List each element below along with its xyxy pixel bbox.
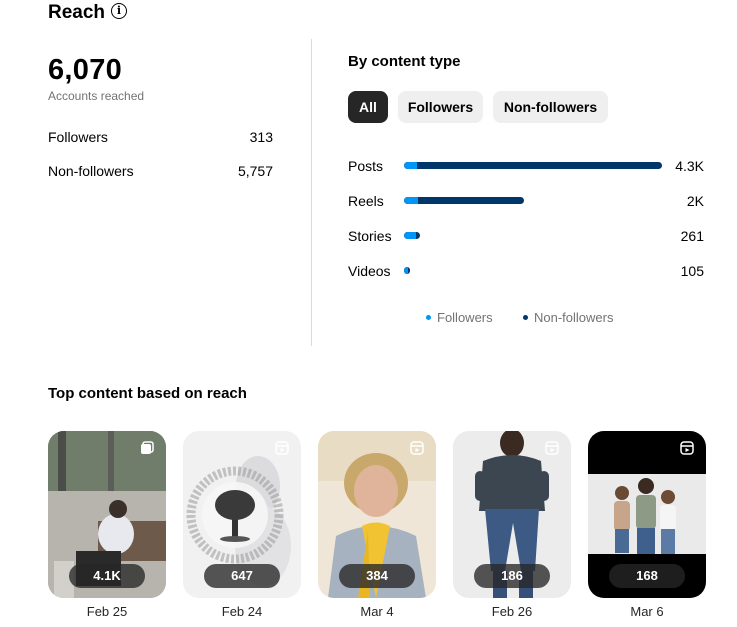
bar-track-posts bbox=[404, 162, 662, 169]
page-title: Reach bbox=[48, 2, 106, 23]
bar-track-reels bbox=[404, 197, 662, 204]
legend-non-followers: Non-followers bbox=[523, 310, 613, 325]
bar-label-reels: Reels bbox=[348, 193, 384, 209]
reach-badge: 168 bbox=[609, 564, 685, 588]
bar-track-stories bbox=[404, 232, 662, 239]
reach-badge: 384 bbox=[339, 564, 415, 588]
bar-value-videos: 105 bbox=[680, 263, 704, 279]
legend-followers: Followers bbox=[426, 310, 493, 325]
non-followers-dot-icon bbox=[523, 315, 528, 321]
accounts-reached-label: Accounts reached bbox=[48, 89, 145, 103]
bar-track-videos bbox=[404, 267, 662, 274]
bar-non-followers-videos bbox=[404, 267, 410, 274]
carousel-icon bbox=[141, 441, 154, 454]
reel-icon bbox=[275, 441, 289, 455]
top-content-card[interactable]: 647 bbox=[183, 431, 301, 598]
bar-value-posts: 4.3K bbox=[675, 158, 704, 174]
legend-non-followers-label: Non-followers bbox=[534, 310, 614, 325]
filter-followers-chip[interactable]: Followers bbox=[398, 91, 483, 123]
bar-followers-posts bbox=[404, 162, 417, 169]
reach-badge: 647 bbox=[204, 564, 280, 588]
bar-label-videos: Videos bbox=[348, 263, 391, 279]
reach-badge: 186 bbox=[474, 564, 550, 588]
top-content-card[interactable]: 186 bbox=[453, 431, 571, 598]
bar-followers-reels bbox=[404, 197, 418, 204]
filter-all-chip[interactable]: All bbox=[348, 91, 388, 123]
content-date: Mar 4 bbox=[360, 604, 394, 619]
bar-non-followers-stories bbox=[404, 232, 420, 239]
filter-non-followers-chip[interactable]: Non-followers bbox=[493, 91, 608, 123]
by-content-type-title: By content type bbox=[348, 53, 461, 70]
non-followers-value: 5,757 bbox=[237, 163, 273, 179]
content-date: Feb 26 bbox=[491, 604, 533, 619]
top-content-card[interactable]: 168 bbox=[588, 431, 706, 598]
top-content-card[interactable]: 384 bbox=[318, 431, 436, 598]
bar-non-followers-posts bbox=[404, 162, 662, 169]
bar-label-posts: Posts bbox=[348, 158, 384, 174]
reach-badge: 4.1K bbox=[69, 564, 145, 588]
accounts-reached-count: 6,070 bbox=[48, 54, 123, 86]
followers-dot-icon bbox=[426, 315, 431, 321]
reel-icon bbox=[545, 441, 559, 455]
reel-icon bbox=[410, 441, 424, 455]
section-divider bbox=[311, 39, 312, 346]
followers-value: 313 bbox=[249, 129, 273, 145]
non-followers-label: Non-followers bbox=[48, 163, 134, 179]
bar-non-followers-reels bbox=[404, 197, 524, 204]
top-content-card[interactable]: 4.1K bbox=[48, 431, 166, 598]
content-date: Feb 25 bbox=[86, 604, 128, 619]
bar-value-reels: 2K bbox=[686, 193, 704, 209]
top-content-title: Top content based on reach bbox=[48, 385, 247, 402]
reel-icon bbox=[680, 441, 694, 455]
info-icon[interactable]: i bbox=[111, 3, 127, 19]
content-date: Feb 24 bbox=[221, 604, 263, 619]
legend-followers-label: Followers bbox=[437, 310, 493, 325]
followers-label: Followers bbox=[48, 129, 108, 145]
bar-followers-stories bbox=[404, 232, 416, 239]
content-date: Mar 6 bbox=[630, 604, 664, 619]
bar-value-stories: 261 bbox=[680, 228, 704, 244]
bar-label-stories: Stories bbox=[348, 228, 392, 244]
bar-followers-videos bbox=[404, 267, 408, 274]
